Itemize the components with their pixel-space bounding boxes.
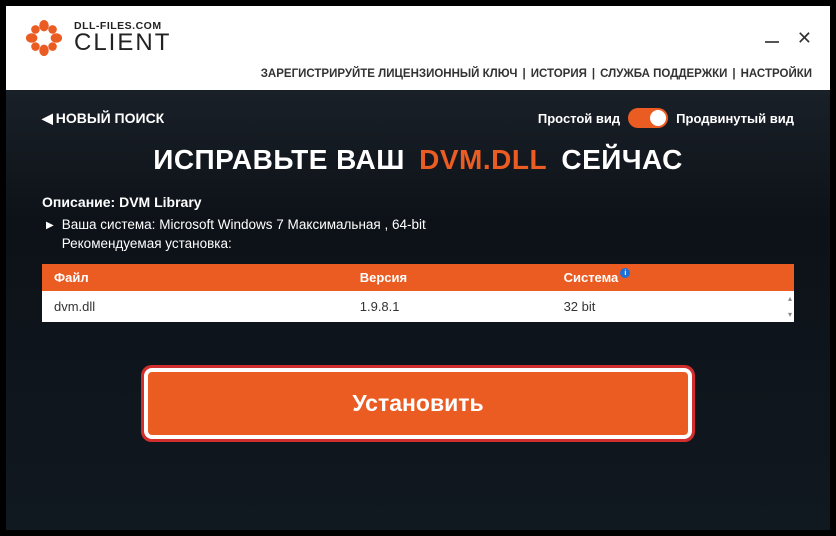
scroll-up-icon[interactable]: ▴: [788, 294, 792, 303]
new-search-link[interactable]: ◀ НОВЫЙ ПОИСК: [42, 110, 164, 127]
view-simple-label: Простой вид: [538, 111, 620, 126]
nav-settings[interactable]: НАСТРОЙКИ: [741, 68, 812, 80]
th-version: Версия: [360, 270, 564, 285]
system-info: Ваша система: Microsoft Windows 7 Максим…: [62, 216, 426, 254]
headline: ИСПРАВЬТЕ ВАШ DVM.DLL СЕЙЧАС: [42, 144, 794, 176]
dll-table: Файл Версия Система i dvm.dll 1.9.8.1 32…: [42, 264, 794, 322]
th-file: Файл: [54, 270, 360, 285]
nav-history[interactable]: ИСТОРИЯ: [531, 68, 587, 80]
nav-support[interactable]: СЛУЖБА ПОДДЕРЖКИ: [600, 68, 727, 80]
brand-text: DLL-FILES.COM CLIENT: [74, 21, 171, 56]
description: Описание: DVM Library: [42, 194, 794, 210]
view-advanced-label: Продвинутый вид: [676, 111, 794, 126]
table-row[interactable]: dvm.dll 1.9.8.1 32 bit: [42, 291, 794, 322]
expand-triangle-icon[interactable]: ▶: [46, 220, 54, 231]
minimize-icon[interactable]: [765, 41, 779, 43]
view-toggle[interactable]: [628, 108, 668, 128]
nav-register[interactable]: ЗАРЕГИСТРИРУЙТЕ ЛИЦЕНЗИОННЫЙ КЛЮЧ: [261, 68, 518, 80]
scroll-down-icon[interactable]: ▾: [788, 310, 792, 319]
install-button[interactable]: Установить: [148, 372, 688, 435]
th-system: Система i: [564, 270, 782, 285]
close-icon[interactable]: ✕: [797, 29, 812, 47]
app-logo: [24, 18, 64, 58]
back-triangle-icon: ◀: [42, 110, 53, 127]
info-icon[interactable]: i: [620, 268, 630, 278]
